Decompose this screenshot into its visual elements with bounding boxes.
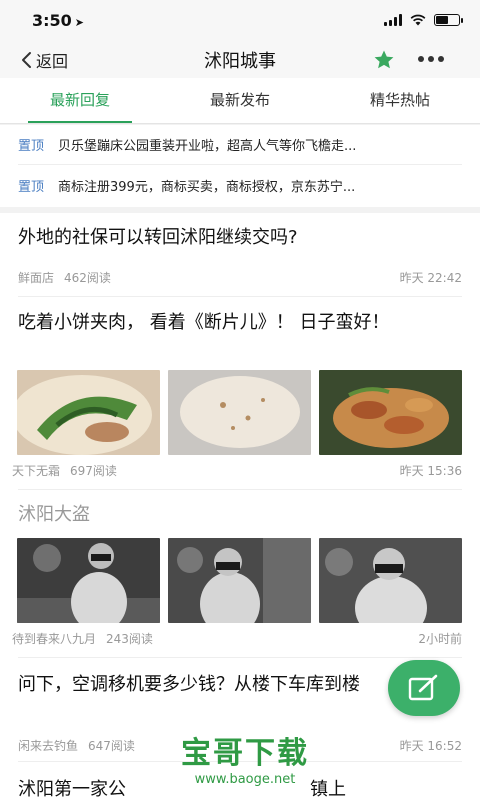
pinned-item[interactable]: 置顶 贝乐堡蹦床公园重装开业啦，超高人气等你飞檐走... bbox=[18, 125, 462, 165]
compose-icon bbox=[408, 674, 438, 701]
tab-latest-post[interactable]: 最新发布 bbox=[160, 78, 320, 123]
post-time: 昨天 16:52 bbox=[399, 739, 462, 753]
post-title: 沭阳第一家公 bbox=[18, 779, 126, 800]
pinned-text: 商标注册399元，商标买卖，商标授权，京东苏宁... bbox=[58, 179, 356, 195]
tab-bar: 最新回复 最新发布 精华热帖 bbox=[0, 78, 480, 124]
post-reads: 647阅读 bbox=[88, 739, 135, 753]
pinned-item[interactable]: 置顶 商标注册399元，商标买卖，商标授权，京东苏宁... bbox=[18, 165, 462, 205]
page-title: 沭阳城事 bbox=[204, 51, 276, 72]
more-button[interactable] bbox=[418, 56, 444, 62]
post-item[interactable]: 外地的社保可以转回沭阳继续交吗? 鲜面店 462阅读 昨天 22:42 bbox=[18, 225, 462, 293]
star-icon bbox=[374, 50, 394, 69]
pinned-tag: 置顶 bbox=[18, 179, 45, 195]
post-images bbox=[17, 370, 462, 455]
status-time: 3:50 ➤ bbox=[32, 11, 84, 30]
post-author: 天下无霜 bbox=[12, 464, 61, 478]
divider bbox=[18, 296, 462, 297]
status-time-text: 3:50 bbox=[32, 11, 72, 30]
watermark-url: www.baoge.net bbox=[194, 772, 296, 787]
divider bbox=[18, 489, 462, 490]
post-title: 问下，空调移机要多少钱？从楼下车库到楼 bbox=[18, 674, 360, 695]
post-time: 昨天 22:42 bbox=[399, 271, 462, 285]
watermark: 宝哥下载 www.baoge.net bbox=[160, 736, 330, 800]
more-dot bbox=[418, 56, 424, 62]
back-button[interactable]: 返回 bbox=[20, 48, 68, 72]
pinned-tag: 置顶 bbox=[18, 139, 45, 154]
post-author: 待到春来八九月 bbox=[12, 632, 97, 646]
more-dot bbox=[438, 56, 444, 62]
post-reads: 243阅读 bbox=[106, 632, 153, 646]
cctv-photo[interactable] bbox=[168, 538, 311, 623]
tab-latest-reply[interactable]: 最新回复 bbox=[0, 78, 160, 123]
location-arrow-icon: ➤ bbox=[74, 16, 85, 29]
food-photo[interactable] bbox=[319, 370, 462, 455]
status-bar: 3:50 ➤ bbox=[0, 0, 480, 42]
status-icons bbox=[384, 14, 463, 26]
cctv-photo[interactable] bbox=[17, 538, 160, 623]
cctv-photo[interactable] bbox=[319, 538, 462, 623]
post-author: 鲜面店 bbox=[18, 271, 55, 285]
tab-featured[interactable]: 精华热帖 bbox=[320, 78, 480, 123]
signal-icon bbox=[384, 14, 402, 26]
pinned-list: 置顶 贝乐堡蹦床公园重装开业啦，超高人气等你飞檐走... 置顶 商标注册399元… bbox=[0, 125, 480, 207]
post-title: 外地的社保可以转回沭阳继续交吗? bbox=[18, 227, 298, 248]
post-meta: 鲜面店 462阅读 昨天 22:42 bbox=[18, 269, 462, 286]
compose-button[interactable] bbox=[388, 660, 460, 716]
post-author: 闲来去钓鱼 bbox=[18, 739, 79, 753]
post-meta: 天下无霜 697阅读 昨天 15:36 bbox=[12, 462, 462, 479]
post-title: 沭阳大盗 bbox=[18, 504, 90, 525]
post-time: 昨天 15:36 bbox=[399, 464, 462, 478]
chevron-left-icon bbox=[22, 52, 31, 68]
food-photo[interactable] bbox=[168, 370, 311, 455]
post-reads: 462阅读 bbox=[64, 271, 111, 285]
post-item[interactable]: 沭阳大盗 bbox=[18, 502, 462, 532]
post-images bbox=[17, 538, 462, 623]
back-label: 返回 bbox=[36, 52, 69, 71]
divider bbox=[18, 657, 462, 658]
battery-level bbox=[436, 16, 449, 24]
battery-icon bbox=[434, 14, 463, 26]
food-photo[interactable] bbox=[17, 370, 160, 455]
post-meta: 待到春来八九月 243阅读 2小时前 bbox=[12, 630, 462, 647]
watermark-logo: 宝哥下载 bbox=[181, 736, 309, 771]
post-reads: 697阅读 bbox=[70, 464, 117, 478]
wifi-icon bbox=[410, 14, 426, 26]
pinned-text: 贝乐堡蹦床公园重装开业啦，超高人气等你飞檐走... bbox=[58, 139, 357, 154]
nav-bar: 返回 沭阳城事 bbox=[0, 42, 480, 78]
favorite-button[interactable] bbox=[372, 48, 396, 72]
more-dot bbox=[428, 56, 434, 62]
post-title: 吃着小饼夹肉， 看着《断片儿》！ 日子蛮好！ bbox=[18, 312, 390, 333]
post-time: 2小时前 bbox=[418, 632, 462, 646]
